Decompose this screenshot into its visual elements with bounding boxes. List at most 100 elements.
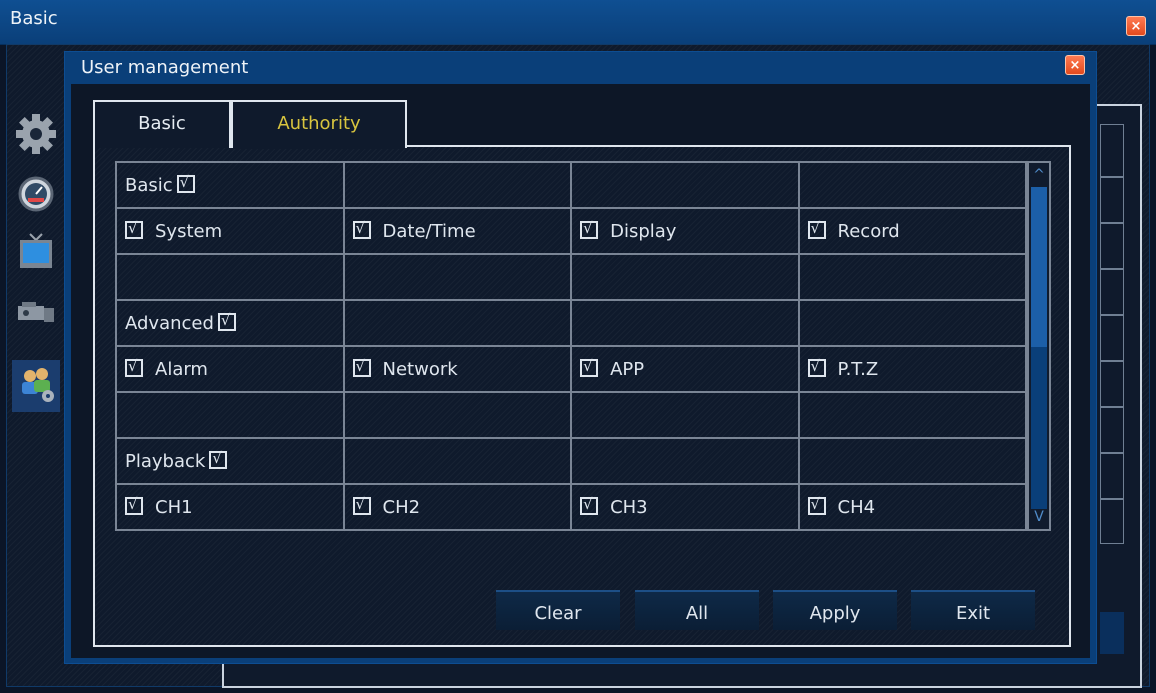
checkbox[interactable] bbox=[807, 219, 826, 239]
checkbox[interactable] bbox=[217, 311, 236, 331]
permission-row: Alarm Network APP P.T.Z bbox=[115, 345, 1028, 393]
permission-row: System Date/Time Display Record bbox=[115, 207, 1028, 255]
scroll-up-icon[interactable]: ^ bbox=[1031, 165, 1047, 185]
rail-item-record[interactable] bbox=[12, 288, 60, 340]
dialog-close-icon[interactable]: × bbox=[1065, 55, 1085, 75]
authority-grid: Basic System Date/Time Display Record Ad… bbox=[115, 161, 1028, 531]
background-column bbox=[1100, 124, 1124, 544]
empty-cell bbox=[570, 391, 800, 439]
permission-label: Network bbox=[382, 358, 458, 380]
permission-item[interactable]: Record bbox=[797, 207, 1028, 255]
permission-item[interactable]: CH4 bbox=[797, 483, 1028, 531]
checkbox[interactable] bbox=[125, 357, 143, 377]
rail-item-user-management[interactable] bbox=[12, 360, 60, 412]
permission-label: P.T.Z bbox=[837, 358, 879, 380]
rail-item-info[interactable] bbox=[12, 168, 60, 220]
permission-item[interactable]: CH3 bbox=[570, 483, 800, 531]
monitor-icon bbox=[20, 233, 52, 268]
spacer-row bbox=[115, 253, 1028, 301]
tab-authority[interactable]: Authority bbox=[231, 100, 407, 148]
outer-close-icon[interactable]: × bbox=[1126, 16, 1146, 36]
permission-label: CH3 bbox=[610, 496, 648, 518]
rail-item-system[interactable] bbox=[12, 108, 60, 160]
checkbox[interactable] bbox=[580, 357, 599, 377]
background-divider bbox=[1100, 498, 1124, 500]
group-header-playback[interactable]: Playback bbox=[115, 437, 345, 485]
background-divider bbox=[1100, 314, 1124, 316]
checkbox[interactable] bbox=[176, 173, 195, 193]
all-button[interactable]: All bbox=[635, 590, 759, 630]
permission-item[interactable]: System bbox=[115, 207, 345, 255]
checkbox[interactable] bbox=[580, 495, 599, 515]
permission-item[interactable]: Display bbox=[570, 207, 800, 255]
permission-label: CH4 bbox=[837, 496, 876, 518]
exit-button[interactable]: Exit bbox=[911, 590, 1035, 630]
checkbox[interactable] bbox=[125, 219, 143, 239]
group-header-basic[interactable]: Basic bbox=[115, 161, 345, 209]
group-label: Basic bbox=[125, 174, 173, 196]
empty-cell bbox=[797, 299, 1028, 347]
permission-label: Record bbox=[837, 220, 900, 242]
empty-cell bbox=[342, 299, 573, 347]
scroll-down-icon[interactable]: V bbox=[1031, 507, 1047, 527]
clear-button[interactable]: Clear bbox=[496, 590, 620, 630]
group-header-row: Advanced bbox=[115, 299, 1028, 347]
empty-cell bbox=[797, 161, 1028, 209]
checkbox[interactable] bbox=[125, 495, 143, 515]
permission-label: Date/Time bbox=[382, 220, 476, 242]
gauge-icon bbox=[18, 176, 54, 212]
permission-item[interactable]: P.T.Z bbox=[797, 345, 1028, 393]
users-settings-icon bbox=[22, 368, 54, 402]
checkbox[interactable] bbox=[352, 357, 371, 377]
background-divider bbox=[1100, 452, 1124, 454]
empty-cell bbox=[797, 253, 1028, 301]
empty-cell bbox=[570, 299, 800, 347]
outer-window-title: Basic bbox=[10, 8, 58, 29]
group-header-row: Playback bbox=[115, 437, 1028, 485]
icon-rail bbox=[12, 92, 62, 432]
permission-item[interactable]: CH2 bbox=[342, 483, 573, 531]
rail-item-display[interactable] bbox=[12, 228, 60, 280]
camera-icon bbox=[18, 302, 54, 322]
empty-cell bbox=[570, 161, 800, 209]
permission-item[interactable]: Date/Time bbox=[342, 207, 573, 255]
scroll-thumb[interactable] bbox=[1031, 187, 1047, 347]
group-label: Advanced bbox=[125, 312, 214, 334]
dialog-title: User management bbox=[81, 57, 249, 78]
permission-label: System bbox=[155, 220, 223, 242]
checkbox[interactable] bbox=[209, 449, 228, 469]
checkbox[interactable] bbox=[352, 219, 371, 239]
outer-window: Basic × User management × Basic Authorit… bbox=[0, 0, 1156, 693]
empty-cell bbox=[570, 437, 800, 485]
permission-item[interactable]: APP bbox=[570, 345, 800, 393]
checkbox[interactable] bbox=[580, 219, 599, 239]
background-divider bbox=[1100, 268, 1124, 270]
empty-cell bbox=[342, 437, 573, 485]
empty-cell bbox=[115, 391, 345, 439]
empty-cell bbox=[342, 391, 573, 439]
empty-cell bbox=[342, 161, 573, 209]
permission-label: CH1 bbox=[155, 496, 193, 518]
gear-icon bbox=[16, 114, 56, 154]
checkbox[interactable] bbox=[807, 495, 826, 515]
group-header-row: Basic bbox=[115, 161, 1028, 209]
dialog-title-bar: User management bbox=[65, 52, 1096, 84]
apply-button[interactable]: Apply bbox=[773, 590, 897, 630]
outer-title-bar: Basic bbox=[0, 0, 1156, 45]
permission-item[interactable]: CH1 bbox=[115, 483, 345, 531]
group-header-advanced[interactable]: Advanced bbox=[115, 299, 345, 347]
permission-item[interactable]: Alarm bbox=[115, 345, 345, 393]
checkbox[interactable] bbox=[352, 495, 371, 515]
tab-basic[interactable]: Basic bbox=[93, 100, 231, 148]
vertical-scrollbar[interactable]: ^ V bbox=[1027, 161, 1051, 531]
empty-cell bbox=[115, 253, 345, 301]
permission-item[interactable]: Network bbox=[342, 345, 573, 393]
empty-cell bbox=[797, 437, 1028, 485]
checkbox[interactable] bbox=[807, 357, 826, 377]
empty-cell bbox=[342, 253, 573, 301]
permission-row: CH1 CH2 CH3 CH4 bbox=[115, 483, 1028, 531]
permission-label: Alarm bbox=[155, 358, 208, 380]
background-divider bbox=[1100, 222, 1124, 224]
permission-label: Display bbox=[610, 220, 677, 242]
tab-gap bbox=[233, 145, 405, 149]
